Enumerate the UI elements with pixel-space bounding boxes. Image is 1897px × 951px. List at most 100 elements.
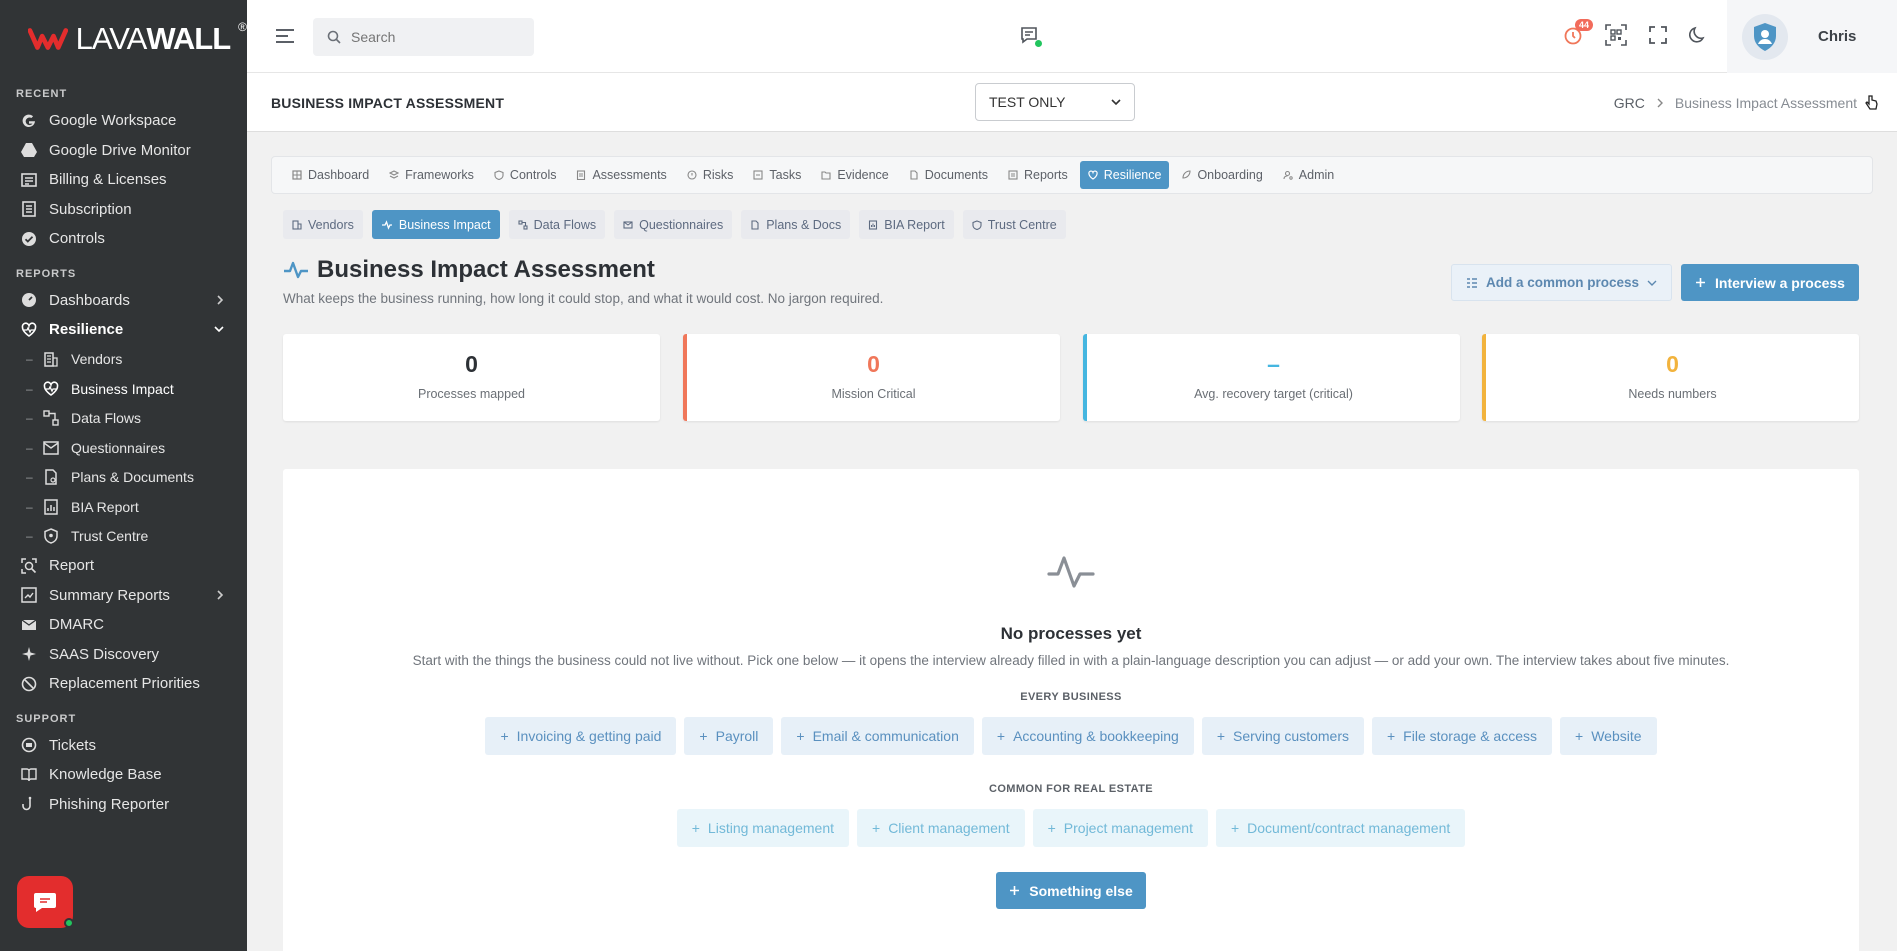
subtab-label: BIA Report [884,217,945,232]
chat-launcher-button[interactable] [17,876,74,928]
chip-payroll[interactable]: + Payroll [684,717,774,755]
sidebar-item-phishing-reporter[interactable]: Phishing Reporter [0,790,247,820]
tab-admin[interactable]: Admin [1275,161,1342,189]
sidebar-item-report[interactable]: Report [0,551,247,581]
breadcrumb-item-grc[interactable]: GRC [1614,95,1645,111]
environment-select[interactable]: TEST ONLY [975,83,1135,121]
sidebar-item-label: Report [49,557,95,575]
chip-label: Document/contract management [1247,820,1451,836]
user-menu[interactable]: Chris [1727,0,1897,73]
sidebar-item-tickets[interactable]: Tickets [0,731,247,761]
subtab-label: Data Flows [533,217,597,232]
tab-frameworks[interactable]: Frameworks [381,161,482,189]
notifications-icon[interactable]: 44 [1563,19,1594,45]
lavawall-logo-icon [28,28,68,50]
sidebar-item-business-impact[interactable]: – Business Impact [0,374,247,404]
chip-website[interactable]: + Website [1560,717,1657,755]
sidebar-item-bia-report[interactable]: – BIA Report [0,492,247,522]
search-input[interactable] [351,29,511,45]
chip-accounting[interactable]: + Accounting & bookkeeping [981,717,1194,755]
subtab-bia-report[interactable]: BIA Report [859,210,954,239]
plus-icon: + [1575,728,1584,744]
qr-code-icon[interactable] [1605,24,1627,46]
sidebar-item-label: Data Flows [71,410,142,427]
sidebar-item-plans-documents[interactable]: – Plans & Documents [0,463,247,493]
tab-dashboard[interactable]: Dashboard [284,161,377,189]
tab-onboarding[interactable]: Onboarding [1173,161,1270,189]
subtab-data-flows[interactable]: Data Flows [508,210,606,239]
subtab-plans-docs[interactable]: Plans & Docs [741,210,851,239]
chip-document-contract-management[interactable]: + Document/contract management [1215,809,1466,847]
tab-reports[interactable]: Reports [1000,161,1076,189]
subtab-business-impact[interactable]: Business Impact [371,210,500,239]
tab-tasks[interactable]: Tasks [745,161,809,189]
subtab-trust-centre[interactable]: Trust Centre [962,210,1066,239]
interview-process-button[interactable]: Interview a process [1681,264,1859,301]
subtab-vendors[interactable]: Vendors [283,210,363,239]
tab-documents[interactable]: Documents [901,161,996,189]
chip-listing-management[interactable]: + Listing management [676,809,849,847]
chip-client-management[interactable]: + Client management [857,809,1025,847]
tab-label: Admin [1298,168,1335,182]
hamburger-menu-icon[interactable] [275,28,295,44]
sidebar-item-summary-reports[interactable]: Summary Reports [0,581,247,611]
brand-logo[interactable]: LAVAWALL ® [0,0,247,78]
sidebar-item-google-workspace[interactable]: Google Workspace [0,106,247,136]
sidebar-item-questionnaires[interactable]: – Questionnaires [0,433,247,463]
pulse-icon [283,260,309,280]
search-box[interactable] [313,18,534,56]
sidebar-item-label: Summary Reports [49,586,170,604]
breadcrumb: GRC Business Impact Assessment [1614,95,1857,111]
subscription-icon [20,200,38,218]
chip-project-management[interactable]: + Project management [1032,809,1208,847]
sidebar-item-label: SAAS Discovery [49,645,160,663]
sidebar-item-resilience[interactable]: Resilience [0,315,247,345]
dark-mode-moon-icon[interactable] [1689,26,1707,44]
plus-icon: + [796,728,805,744]
document-icon [42,468,60,486]
sidebar-item-data-flows[interactable]: – Data Flows [0,404,247,434]
sidebar-item-saas-discovery[interactable]: SAAS Discovery [0,640,247,670]
online-status-dot [64,918,74,928]
fullscreen-icon[interactable] [1649,26,1667,44]
messages-icon[interactable] [1020,26,1042,47]
chip-label: Invoicing & getting paid [516,728,662,744]
controls-icon [20,230,38,248]
tab-assessments[interactable]: Assessments [568,161,674,189]
tab-label: Frameworks [405,168,474,182]
mail-icon [623,220,633,230]
sidebar-item-google-drive-monitor[interactable]: Google Drive Monitor [0,136,247,166]
subtab-label: Trust Centre [987,217,1057,232]
tab-controls[interactable]: Controls [486,161,565,189]
sidebar-item-label: Phishing Reporter [49,795,170,813]
plus-icon: + [1047,820,1056,836]
sidebar-item-controls[interactable]: Controls [0,224,247,254]
add-common-process-button[interactable]: Add a common process [1451,264,1672,301]
chip-email[interactable]: + Email & communication [781,717,974,755]
sidebar-item-knowledge-base[interactable]: Knowledge Base [0,760,247,790]
tab-resilience[interactable]: Resilience [1079,161,1170,189]
sidebar-item-vendors[interactable]: – Vendors [0,345,247,375]
grid-icon [292,170,302,180]
layers-icon [389,170,400,180]
user-cog-icon [1283,170,1293,180]
tab-evidence[interactable]: Evidence [813,161,896,189]
search-icon [327,30,341,44]
sidebar-item-dmarc[interactable]: DMARC [0,610,247,640]
priority-icon [20,675,38,693]
sidebar-item-dashboards[interactable]: Dashboards [0,286,247,316]
chip-serving-customers[interactable]: + Serving customers [1201,717,1364,755]
sidebar-item-trust-centre[interactable]: – Trust Centre [0,522,247,552]
subtab-questionnaires[interactable]: Questionnaires [614,210,733,239]
sidebar-item-subscription[interactable]: Subscription [0,195,247,225]
sparkle-icon [20,645,38,663]
hook-icon [20,795,38,813]
chip-invoicing[interactable]: + Invoicing & getting paid [485,717,677,755]
something-else-button[interactable]: Something else [996,872,1146,909]
chip-file-storage[interactable]: + File storage & access [1371,717,1553,755]
sidebar-item-billing[interactable]: Billing & Licenses [0,165,247,195]
shield-icon [972,219,982,230]
sidebar-item-replacement-priorities[interactable]: Replacement Priorities [0,669,247,699]
sidebar-item-label: Vendors [71,351,123,368]
tab-risks[interactable]: Risks [679,161,742,189]
